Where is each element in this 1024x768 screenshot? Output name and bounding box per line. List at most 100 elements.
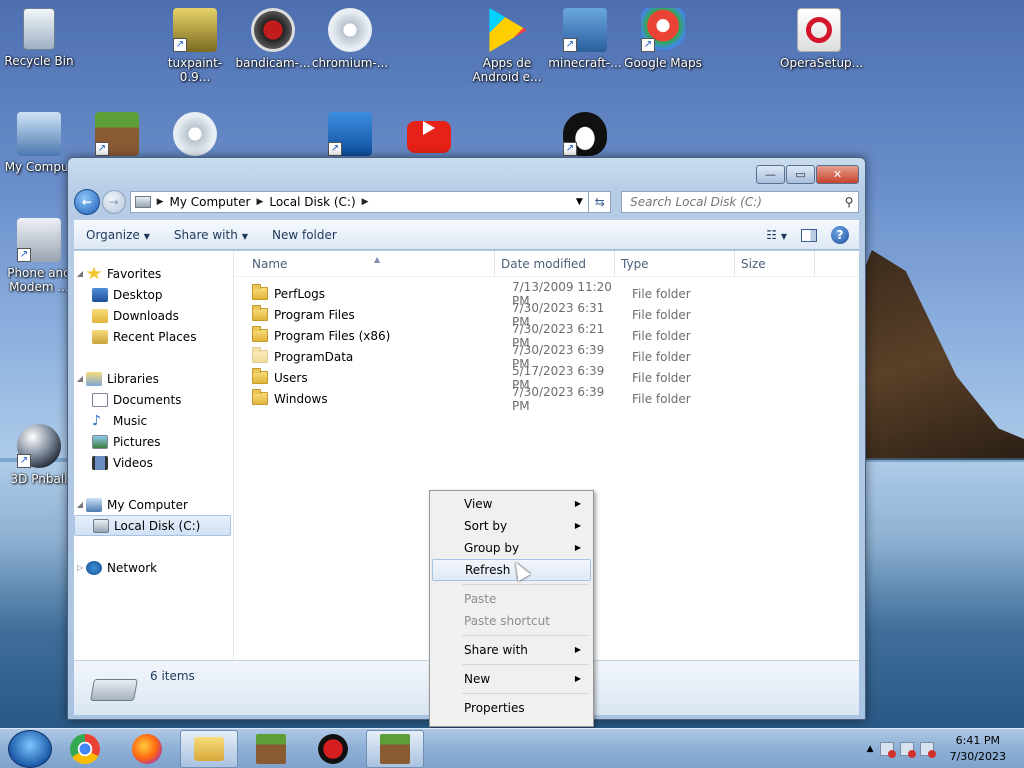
- expand-triangle-icon[interactable]: ▷: [74, 563, 86, 572]
- column-label: Date modified: [501, 256, 587, 271]
- menu-item-properties[interactable]: Properties: [432, 697, 591, 719]
- file-type: File folder: [632, 286, 691, 301]
- column-header-date[interactable]: Date modified: [495, 250, 615, 277]
- installer-icon: ↗: [173, 8, 217, 52]
- nav-label: Pictures: [113, 434, 161, 449]
- taskbar-firefox[interactable]: [118, 730, 176, 768]
- nav-local-disk[interactable]: Local Disk (C:): [74, 515, 231, 536]
- breadcrumb-my-computer[interactable]: My Computer: [170, 195, 251, 209]
- shortcut-arrow-icon: ↗: [95, 142, 109, 156]
- desktop-icon-chromium[interactable]: chromium-...: [311, 8, 389, 70]
- menu-item-sort-by[interactable]: Sort by ▶: [432, 515, 591, 537]
- close-button[interactable]: ✕: [816, 165, 859, 184]
- breadcrumb-local-disk[interactable]: Local Disk (C:): [269, 195, 355, 209]
- refresh-icon[interactable]: ⇆: [589, 191, 612, 213]
- desktop-icon-minecraft-installer[interactable]: ↗ minecraft-...: [546, 8, 624, 70]
- share-with-button[interactable]: Share with ▼: [162, 228, 260, 242]
- column-header-type[interactable]: Type: [615, 250, 735, 277]
- expand-triangle-icon[interactable]: ◢: [74, 269, 86, 278]
- desktop-icon-label: Apps de Android e...: [472, 56, 542, 84]
- forward-button[interactable]: →: [101, 190, 126, 214]
- menu-separator: [462, 693, 589, 694]
- nav-downloads[interactable]: Downloads: [74, 305, 233, 326]
- desktop-icon-minecraft[interactable]: ↗: [78, 112, 156, 160]
- address-bar[interactable]: ▶ My Computer ▶ Local Disk (C:) ▶ ▼: [129, 191, 590, 213]
- desktop-icon-recycle-bin[interactable]: Recycle Bin: [0, 8, 78, 68]
- hidden-folder-icon: [252, 347, 268, 363]
- desktop-icon-window-app[interactable]: ↗: [311, 112, 389, 160]
- desktop-icon-opera-setup[interactable]: OperaSetup...: [780, 8, 863, 70]
- help-icon[interactable]: ?: [831, 226, 849, 244]
- menu-item-group-by[interactable]: Group by ▶: [432, 537, 591, 559]
- opera-setup-icon: [797, 8, 841, 52]
- desktop-icon-bandicam[interactable]: bandicam-...: [234, 8, 312, 70]
- installer-icon: ↗: [563, 8, 607, 52]
- search-icon[interactable]: ⚲: [840, 195, 858, 209]
- file-row[interactable]: Windows 7/30/2023 6:39 PM File folder: [234, 385, 859, 413]
- network-globe-icon: [86, 560, 102, 575]
- nav-pictures[interactable]: Pictures: [74, 431, 233, 452]
- nav-desktop[interactable]: Desktop: [74, 284, 233, 305]
- desktop-icon-installer[interactable]: [156, 112, 234, 160]
- menu-separator: [462, 664, 589, 665]
- action-center-icon[interactable]: [879, 741, 896, 758]
- taskbar-minecraft-active[interactable]: [366, 729, 424, 768]
- shortcut-arrow-icon: ↗: [173, 38, 187, 52]
- navigation-pane: ◢ Favorites Desktop Downloads Recent Plac…: [74, 251, 234, 660]
- pinball-icon: ↗: [17, 424, 61, 468]
- file-name: Program Files (x86): [274, 328, 391, 343]
- desktop-icon-youtube[interactable]: [390, 112, 468, 157]
- file-type: File folder: [632, 307, 691, 322]
- nav-music[interactable]: ♪ Music: [74, 410, 233, 431]
- column-header-size[interactable]: Size: [735, 250, 815, 277]
- column-header-name[interactable]: ▲ Name: [234, 250, 495, 277]
- submenu-arrow-icon: ▶: [574, 521, 581, 530]
- computer-icon: [17, 112, 61, 156]
- taskbar-explorer[interactable]: [180, 729, 238, 768]
- menu-label: New: [464, 672, 491, 686]
- nav-favorites[interactable]: ◢ Favorites: [74, 263, 233, 284]
- nav-documents[interactable]: Documents: [74, 389, 233, 410]
- menu-item-view[interactable]: View ▶: [432, 493, 591, 515]
- nav-network[interactable]: ▷ Network: [74, 557, 233, 578]
- minimize-button[interactable]: —: [756, 165, 785, 184]
- google-maps-icon: ↗: [641, 8, 685, 52]
- desktop-icon-play-store[interactable]: Apps de Android e...: [468, 8, 546, 84]
- clock[interactable]: 6:41 PM 7/30/2023: [950, 733, 1006, 765]
- view-options-button[interactable]: ☷ ▼: [766, 228, 787, 242]
- search-box: ⚲: [621, 191, 860, 213]
- show-hidden-icons-icon[interactable]: ▲: [867, 744, 874, 754]
- back-button[interactable]: ←: [74, 189, 100, 215]
- start-button[interactable]: [8, 729, 52, 768]
- file-name: ProgramData: [274, 349, 354, 364]
- nav-videos[interactable]: Videos: [74, 452, 233, 473]
- maximize-button[interactable]: ▭: [786, 165, 815, 184]
- volume-icon[interactable]: [919, 741, 936, 758]
- taskbar-bandicam[interactable]: [304, 730, 362, 768]
- menu-item-new[interactable]: New ▶: [432, 668, 591, 690]
- file-rows: PerfLogs 7/13/2009 11:20 PM File folder Pr…: [234, 277, 859, 413]
- menu-label: Sort by: [464, 519, 508, 533]
- nav-recent-places[interactable]: Recent Places: [74, 326, 233, 347]
- submenu-arrow-icon: ▶: [574, 543, 581, 552]
- preview-pane-button[interactable]: [801, 228, 817, 242]
- new-folder-button[interactable]: New folder: [260, 228, 349, 242]
- organize-button[interactable]: Organize ▼: [74, 228, 162, 242]
- expand-triangle-icon[interactable]: ◢: [74, 500, 86, 509]
- nav-my-computer[interactable]: ◢ My Computer: [74, 494, 233, 515]
- expand-triangle-icon[interactable]: ◢: [74, 374, 86, 383]
- desktop-icon-google-maps[interactable]: ↗ Google Maps: [624, 8, 702, 70]
- search-input[interactable]: [628, 194, 841, 210]
- nav-libraries[interactable]: ◢ Libraries: [74, 368, 233, 389]
- desktop-icon-tuxpaint[interactable]: ↗ tuxpaint-0.9...: [156, 8, 234, 84]
- taskbar-minecraft[interactable]: [242, 730, 300, 768]
- taskbar-chrome[interactable]: [56, 730, 114, 768]
- chevron-down-icon[interactable]: ▼: [570, 197, 588, 207]
- nav-label: My Computer: [107, 497, 188, 512]
- shortcut-arrow-icon: ↗: [641, 38, 655, 52]
- network-icon[interactable]: [899, 741, 916, 758]
- desktop-icon-label: Google Maps: [624, 56, 702, 70]
- desktop-icon-tux[interactable]: ↗: [546, 112, 624, 160]
- menu-item-share-with[interactable]: Share with ▶: [432, 639, 591, 661]
